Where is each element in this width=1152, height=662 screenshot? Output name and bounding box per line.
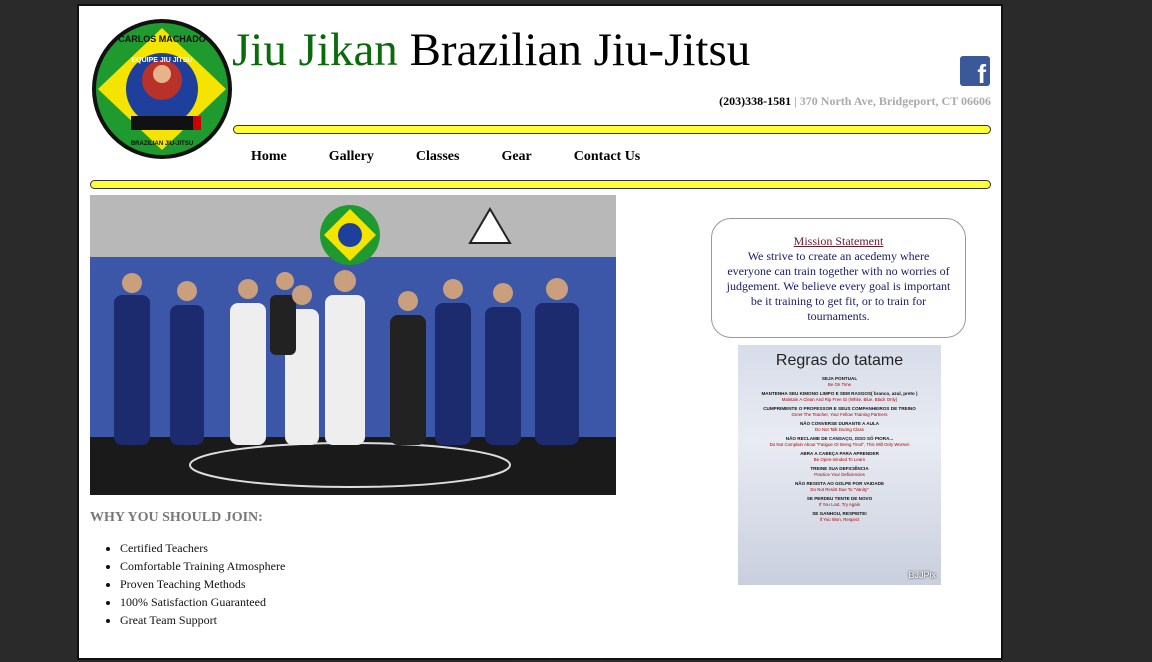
bjjpix-watermark: BJJPix xyxy=(908,570,936,580)
facebook-icon[interactable]: f xyxy=(960,56,990,86)
list-item: 100% Satisfaction Guaranteed xyxy=(120,593,285,611)
nav-divider-bar xyxy=(90,180,991,189)
mission-text: We strive to create an acedemy where eve… xyxy=(726,249,951,323)
nav-gallery[interactable]: Gallery xyxy=(329,149,374,165)
team-photo xyxy=(90,195,616,495)
rule-en: Practice Your Deficiencies xyxy=(814,472,865,477)
benefits-list: Certified Teachers Comfortable Training … xyxy=(90,539,285,629)
list-item: Proven Teaching Methods xyxy=(120,575,285,593)
contact-separator: | xyxy=(794,94,797,108)
nav-home[interactable]: Home xyxy=(251,149,287,165)
academy-logo[interactable]: CARLOS MACHADO EQUIPE JIU JITSU BRAZILIA… xyxy=(91,18,233,160)
rule-en: Maintain A Clean And Rip Free Gi (White,… xyxy=(781,397,898,402)
site-title-green: Jiu Jikan xyxy=(232,24,398,76)
top-divider-bar xyxy=(233,125,991,134)
phone-number: (203)338-1581 xyxy=(719,94,792,108)
rule-en: Greet The Teacher, Your Fellow Training … xyxy=(791,412,888,417)
address: 370 North Ave, Bridgeport, CT 06606 xyxy=(799,94,991,108)
nav-gear[interactable]: Gear xyxy=(501,149,531,165)
rule-item: NÃO RECLAME DE CANSAÇO, ISSO SÓ PIORA...… xyxy=(738,436,941,447)
rule-item: TREINE SUA DEFICIÊNCIA Practice Your Defi… xyxy=(738,466,941,477)
site-title: Jiu Jikan Brazilian Jiu-Jitsu xyxy=(232,23,750,77)
rule-en: Do Not Resist Due To "Vanity" xyxy=(810,487,869,492)
list-item: Certified Teachers xyxy=(120,539,285,557)
mat-rules-image: Regras do tatame SEJA PONTUAL Be On Time … xyxy=(738,345,941,585)
rule-item: CUMPRIMENTE O PROFESSOR E SEUS COMPANHEI… xyxy=(738,406,941,417)
rules-title: Regras do tatame xyxy=(775,352,904,369)
rule-en: If You Won, Respect xyxy=(819,517,860,522)
rule-item: NÃO RESISTA AO GOLPE POR VAIDADE Do Not R… xyxy=(738,481,941,492)
rule-item: SE PERDEU TENTE DE NOVO If You Lost, Try … xyxy=(738,496,941,507)
rule-item: MANTENHA SEU KIMONO LIMPO E SEM RASGOS( … xyxy=(738,391,941,402)
site-title-black: Brazilian Jiu-Jitsu xyxy=(397,24,751,76)
list-item: Great Team Support xyxy=(120,611,285,629)
rule-item: SEJA PONTUAL Be On Time xyxy=(738,376,941,387)
rule-item: NÃO CONVERSE DURANTE A AULA Do Not Talk D… xyxy=(738,421,941,432)
rule-item: SE GANHOU, RESPEITE! If You Won, Respect xyxy=(738,511,941,522)
rule-en: Be On Time xyxy=(827,382,852,387)
logo-ring-bottom-text: BRAZILIAN JIU-JITSU xyxy=(131,141,193,147)
rule-en: Do Not Talk During Class xyxy=(815,427,864,432)
rule-en: Do Not Complain About "Fatigue Or Being … xyxy=(769,442,910,447)
rule-item: ABRA A CABEÇA PARA APRENDER Be Open-minde… xyxy=(738,451,941,462)
list-item: Comfortable Training Atmosphere xyxy=(120,557,285,575)
page-container: CARLOS MACHADO EQUIPE JIU JITSU BRAZILIA… xyxy=(77,4,1003,660)
nav-classes[interactable]: Classes xyxy=(416,149,460,165)
logo-inner-top-text: EQUIPE JIU JITSU xyxy=(131,57,192,64)
mission-title: Mission Statement xyxy=(793,234,884,248)
rule-en: If You Lost, Try Again xyxy=(818,502,861,507)
main-nav: Home Gallery Classes Gear Contact Us xyxy=(251,149,682,165)
why-join-heading: WHY YOU SHOULD JOIN: xyxy=(90,510,263,525)
contact-info: (203)338-1581 | 370 North Ave, Bridgepor… xyxy=(719,94,991,109)
rule-en: Be Open-minded To Learn xyxy=(813,457,866,462)
mission-statement-box: Mission Statement We strive to create an… xyxy=(711,218,966,338)
nav-contact-us[interactable]: Contact Us xyxy=(574,149,641,165)
logo-ring-top-text: CARLOS MACHADO xyxy=(118,34,206,44)
